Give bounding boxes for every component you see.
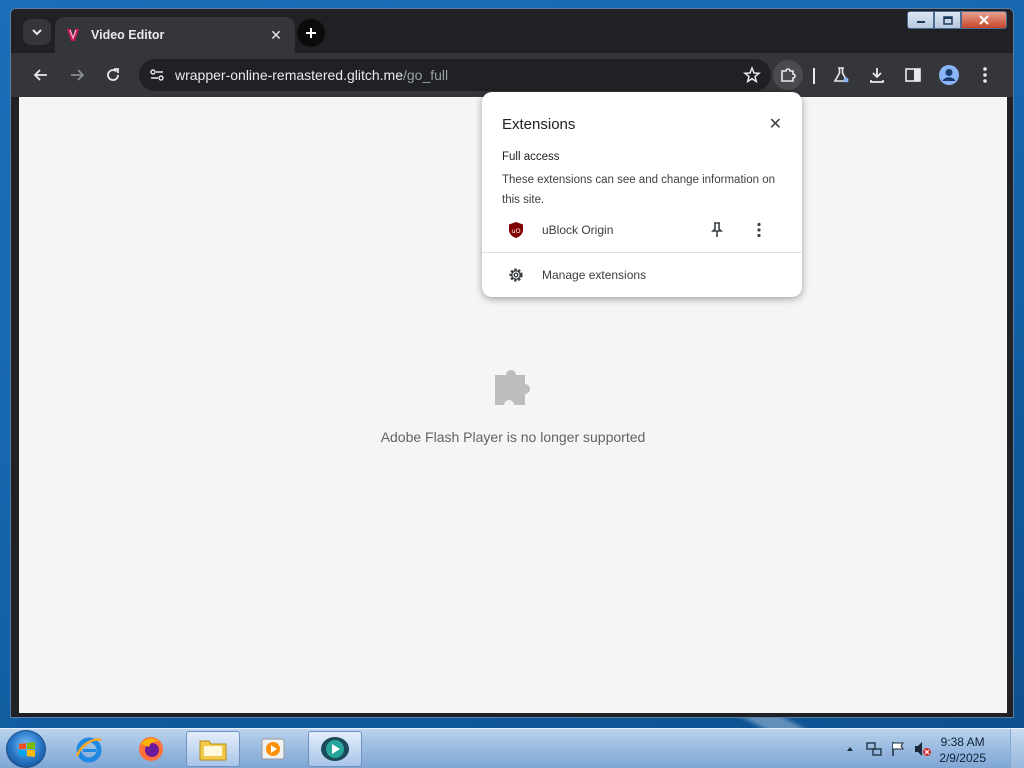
window-controls [907,11,1007,29]
popup-title: Extensions [502,116,576,133]
tab-close-icon[interactable]: ✕ [267,27,285,44]
popup-close-icon[interactable]: ✕ [769,114,782,134]
ublock-origin-icon: uO [509,222,523,238]
new-tab-button[interactable] [297,19,325,47]
firefox-icon [139,737,163,761]
close-icon [979,15,989,25]
minimize-button[interactable] [907,11,934,29]
taskbar-firefox[interactable] [124,731,178,767]
taskbar-screen-recorder[interactable] [308,731,362,767]
manage-extensions-row[interactable]: Manage extensions [482,262,802,288]
side-panel-icon [905,68,921,82]
url-host: wrapper-online-remastered.glitch.me [175,67,403,83]
maximize-button[interactable] [934,11,961,29]
network-icon[interactable] [866,741,882,757]
media-player-icon [261,738,285,760]
show-hidden-icons-arrow[interactable] [846,745,854,753]
screen-recorder-icon [321,737,349,761]
tab-video-editor[interactable]: Video Editor ✕ [55,17,295,53]
address-bar[interactable]: wrapper-online-remastered.glitch.me/go_f… [139,59,771,91]
minimize-icon [916,21,925,23]
plugin-puzzle-icon [495,370,530,405]
access-section-description: These extensions can see and change info… [502,174,775,206]
plugin-unsupported-message: Adobe Flash Player is no longer supporte… [380,429,646,445]
tab-search-button[interactable] [23,19,51,45]
toolbar-divider [813,68,815,84]
avatar-icon [939,65,959,85]
windows-logo-icon [19,742,35,757]
start-button[interactable] [6,730,46,768]
manage-extensions-label: Manage extensions [542,268,647,282]
close-window-button[interactable] [961,11,1007,29]
action-center-flag-icon[interactable] [890,741,906,757]
url-path: /go_full [403,67,449,83]
extension-name: uBlock Origin [542,223,614,237]
access-section-title: Full access [502,151,560,163]
profile-button[interactable] [935,61,963,89]
tab-strip: Video Editor ✕ [11,9,1013,53]
volume-muted-icon[interactable] [914,741,932,757]
arrow-right-icon [71,69,85,81]
taskbar-media-player[interactable] [246,731,300,767]
forward-button[interactable] [63,61,91,89]
plus-icon [306,28,316,38]
site-settings-icon[interactable] [149,67,165,83]
bookmark-star-icon[interactable] [743,66,761,84]
more-vertical-icon [983,67,987,83]
flask-icon [833,67,849,83]
maximize-icon [942,15,953,25]
arrow-left-icon [33,69,47,81]
download-icon [870,68,884,83]
puzzle-icon [781,68,796,82]
menu-button[interactable] [971,61,999,89]
internet-explorer-icon [75,737,102,763]
show-desktop-button[interactable] [1010,729,1024,768]
svg-text:uO: uO [511,227,520,235]
tab-title: Video Editor [91,28,165,42]
folder-icon [199,740,227,761]
chevron-down-icon [32,29,42,36]
clock-date: 2/9/2025 [939,751,986,765]
site-favicon-icon [67,29,79,41]
extensions-button[interactable] [773,60,803,90]
browser-toolbar: wrapper-online-remastered.glitch.me/go_f… [11,53,1013,97]
taskbar-file-explorer[interactable] [186,731,240,767]
extensions-popup: Extensions ✕ Full access These extension… [482,92,802,297]
pin-icon[interactable] [710,222,724,238]
gear-icon [509,268,523,282]
reload-button[interactable] [99,61,127,89]
clock-time: 9:38 AM [940,735,985,749]
extension-row-ublock[interactable]: uO uBlock Origin [482,216,802,244]
taskbar-internet-explorer[interactable] [62,731,116,767]
reload-icon [107,68,119,81]
taskbar: 9:38 AM 2/9/2025 [0,728,1024,768]
downloads-button[interactable] [863,61,891,89]
extension-more-icon[interactable] [756,222,762,238]
system-clock[interactable]: 9:38 AM 2/9/2025 [939,734,986,766]
back-button[interactable] [27,61,55,89]
labs-button[interactable] [827,61,855,89]
popup-divider [482,252,802,253]
side-panel-button[interactable] [899,61,927,89]
